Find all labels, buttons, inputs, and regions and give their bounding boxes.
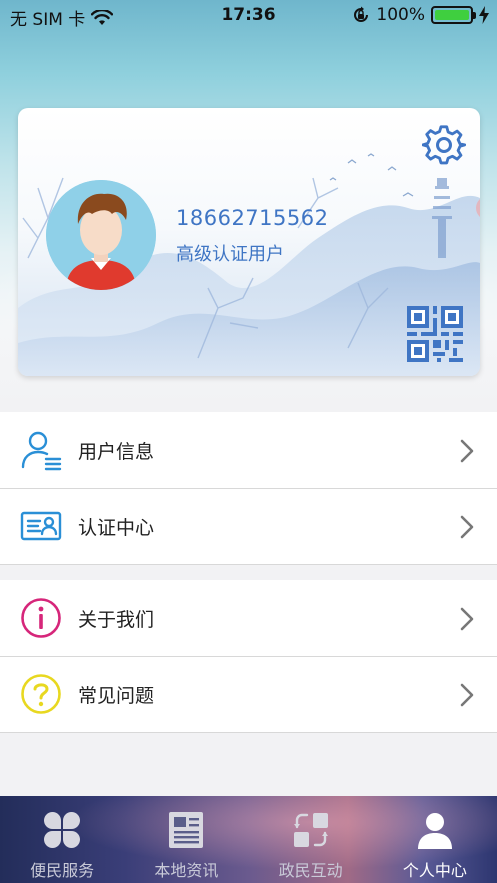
profile-card: 18662715562 高级认证用户: [18, 108, 480, 376]
menu-label-about-us: 关于我们: [78, 608, 155, 631]
menu-item-user-info[interactable]: 用户信息: [0, 412, 497, 488]
battery-fill: [435, 10, 469, 20]
wifi-icon: [91, 9, 114, 25]
menu-item-faq[interactable]: 常见问题: [0, 656, 497, 732]
chevron-right-icon: [460, 439, 474, 463]
menu-item-about-us[interactable]: 关于我们: [0, 580, 497, 656]
tab-gov-interaction[interactable]: 政民互动: [249, 796, 373, 883]
tab-convenience-services[interactable]: 便民服务: [0, 796, 124, 883]
menu-label-user-info: 用户信息: [78, 440, 155, 463]
tab-label: 个人中心: [402, 861, 467, 880]
clover-icon: [44, 812, 81, 848]
tab-label: 本地资讯: [154, 861, 219, 880]
qr-code-icon[interactable]: [407, 306, 463, 362]
chevron-right-icon: [460, 607, 474, 631]
phone-number: 18662715562: [176, 206, 329, 230]
tab-local-news[interactable]: 本地资讯: [124, 796, 248, 883]
menu-group-account: 用户信息 认证中心: [0, 412, 497, 565]
person-icon: [417, 813, 452, 849]
menu-group-support: 关于我们 常见问题: [0, 580, 497, 733]
question-circle-icon: [21, 674, 61, 714]
tab-label: 便民服务: [30, 861, 95, 880]
charging-bolt-icon: [479, 6, 489, 24]
id-card-icon: [20, 511, 62, 541]
tab-bar: 便民服务 本地资讯 政民互动 个人中心: [0, 796, 497, 883]
gear-icon[interactable]: [422, 123, 466, 167]
user-level: 高级认证用户: [176, 244, 284, 265]
status-left: 无 SIM 卡: [10, 5, 114, 30]
personal-center-screen: 无 SIM 卡 17:36 100% 18662715562 高级认证用户 用户…: [0, 0, 497, 883]
tab-label: 政民互动: [278, 861, 343, 880]
status-right: 100%: [352, 5, 489, 25]
menu-label-faq: 常见问题: [78, 684, 155, 707]
avatar[interactable]: [46, 180, 156, 290]
exchange-icon: [293, 813, 328, 847]
status-bar: 无 SIM 卡 17:36 100%: [0, 0, 497, 32]
user-info-icon: [21, 431, 62, 471]
info-circle-icon: [21, 598, 61, 638]
menu-item-auth-center[interactable]: 认证中心: [0, 488, 497, 564]
battery-percent: 100%: [376, 5, 425, 25]
avatar-illustration: [46, 180, 156, 290]
battery-icon: [431, 6, 476, 24]
chevron-right-icon: [460, 683, 474, 707]
menu-label-auth-center: 认证中心: [78, 516, 155, 539]
tab-personal-center[interactable]: 个人中心: [373, 796, 497, 883]
carrier-label: 无 SIM 卡: [10, 10, 86, 30]
newspaper-icon: [169, 812, 204, 848]
orientation-lock-icon: [354, 6, 369, 22]
chevron-right-icon: [460, 515, 474, 539]
